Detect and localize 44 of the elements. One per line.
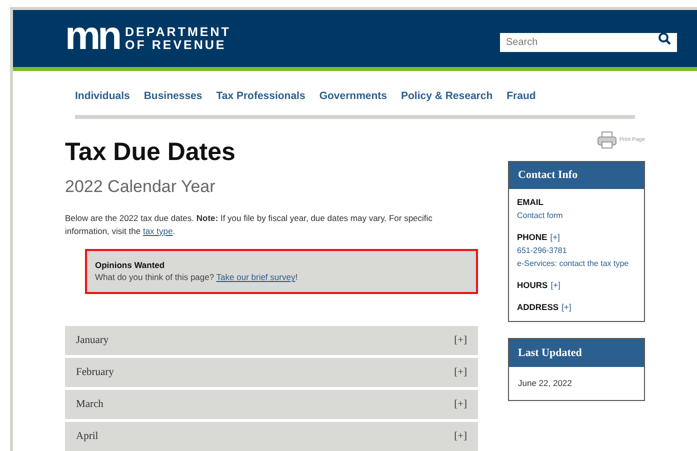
nav-link[interactable]: Fraud xyxy=(506,89,536,105)
month-label: January xyxy=(76,334,109,348)
expand-toggle[interactable]: [+] xyxy=(550,279,560,292)
month-accordion[interactable]: January [+] xyxy=(65,326,478,355)
contact-link[interactable]: 651-296-3781 xyxy=(517,244,636,257)
card-title: Last Updated xyxy=(509,339,644,367)
search-icon[interactable] xyxy=(658,32,671,46)
intro-text: Below are the 2022 tax due dates. Note: If you file by fiscal year, due dates may vary. For specific information, visit the tax type. xyxy=(65,212,434,238)
expand-toggle[interactable]: [+] xyxy=(550,231,560,244)
tax-type-link[interactable]: tax type xyxy=(142,226,173,236)
logo-text: DEPARTMENT xyxy=(125,26,231,39)
contact-label: EMAIL xyxy=(517,196,544,209)
expand-toggle[interactable]: [+] xyxy=(454,364,467,380)
nav-link[interactable]: Tax Professionals xyxy=(216,89,306,105)
expand-toggle[interactable]: [+] xyxy=(454,396,467,412)
month-accordion[interactable]: February [+] xyxy=(65,358,478,387)
month-accordion[interactable]: April [+] xyxy=(65,422,478,451)
nav-link[interactable]: Individuals xyxy=(75,89,130,105)
expand-toggle[interactable]: [+] xyxy=(454,428,467,444)
updated-date: June 22, 2022 xyxy=(517,377,573,390)
contact-label: PHONE xyxy=(517,231,548,244)
notice-text: What do you think of this page? Take our brief survey! xyxy=(95,271,299,284)
card-title: Contact Info xyxy=(509,162,644,189)
contact-link[interactable]: e-Services: contact the tax type xyxy=(517,257,636,270)
contact-label: HOURS xyxy=(517,279,548,292)
printer-icon[interactable] xyxy=(597,131,618,149)
contact-label: ADDRESS xyxy=(517,301,559,314)
logo-text: OF REVENUE xyxy=(125,38,228,52)
page-title: Tax Due Dates xyxy=(65,137,236,167)
nav-link[interactable]: Policy & Research xyxy=(401,89,493,105)
logo-mark[interactable]: mn xyxy=(65,16,119,56)
survey-link[interactable]: Take our brief survey xyxy=(216,272,296,282)
page-subtitle: 2022 Calendar Year xyxy=(65,176,216,198)
expand-toggle[interactable]: [+] xyxy=(562,301,572,314)
month-accordion[interactable]: March [+] xyxy=(65,390,478,419)
month-label: April xyxy=(76,430,98,444)
nav-link[interactable]: Governments xyxy=(319,89,387,105)
search-field[interactable]: Search xyxy=(500,33,677,52)
notice-title: Opinions Wanted xyxy=(95,258,166,272)
contact-link[interactable]: Contact form xyxy=(517,209,636,222)
nav-link[interactable]: Businesses xyxy=(144,89,202,105)
month-label: February xyxy=(76,366,114,380)
month-label: March xyxy=(76,398,104,412)
expand-toggle[interactable]: [+] xyxy=(454,332,467,348)
